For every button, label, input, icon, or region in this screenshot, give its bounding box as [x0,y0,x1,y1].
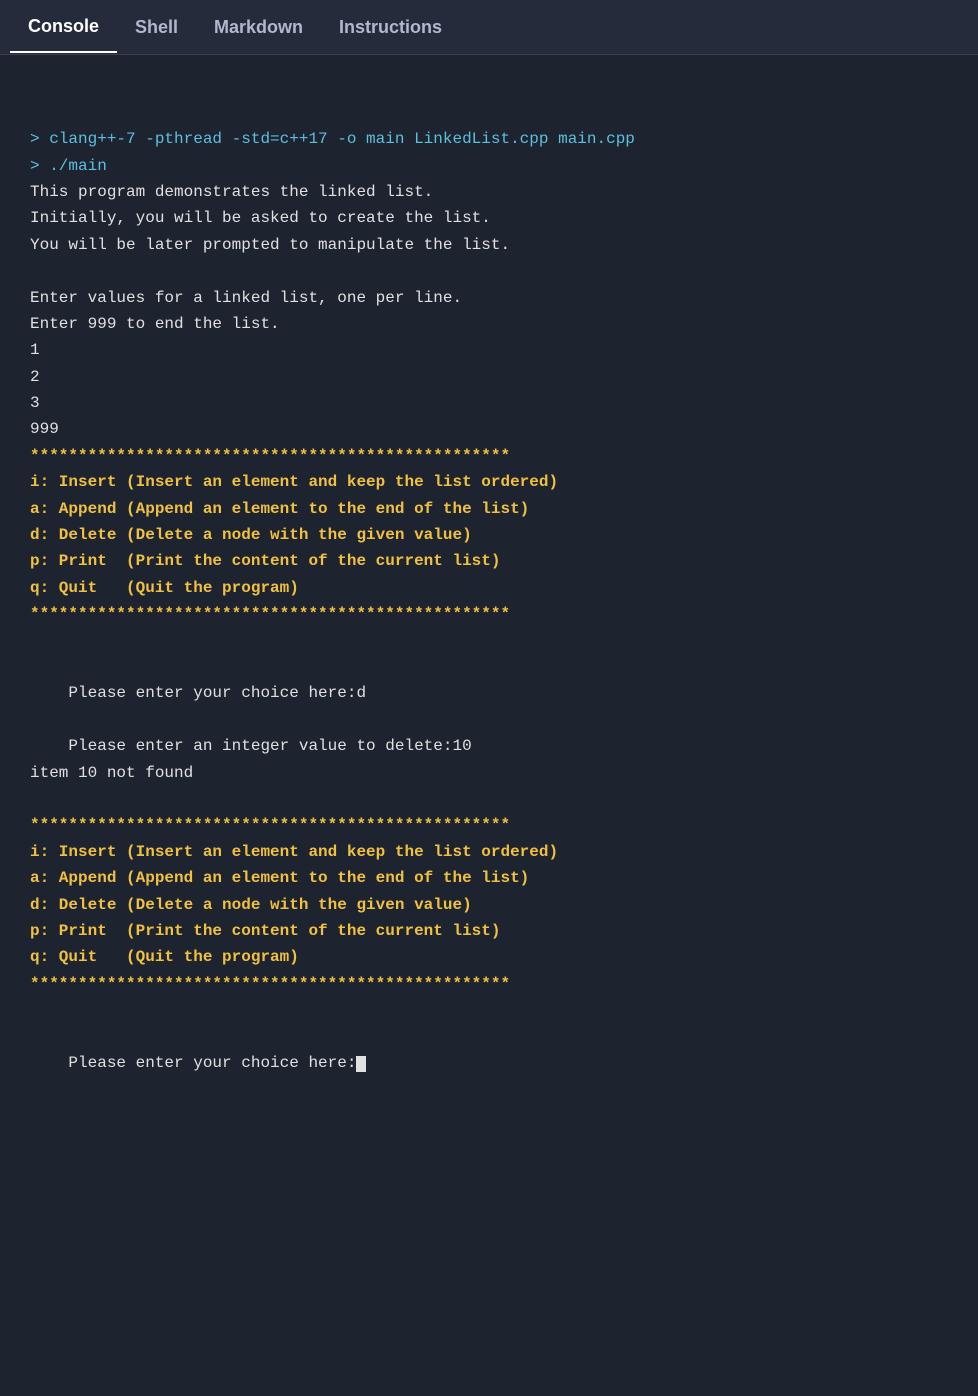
output-line: Enter values for a linked list, one per … [30,285,948,311]
yellow-line: i: Insert (Insert an element and keep th… [30,469,948,495]
text-cursor [356,1056,366,1072]
app-container: Console Shell Markdown Instructions > cl… [0,0,978,1106]
yellow-line: ****************************************… [30,601,948,627]
prompt-line: > ./main [30,153,948,179]
output-line: Enter 999 to end the list. [30,311,948,337]
blank-line [30,258,948,284]
tab-markdown[interactable]: Markdown [196,3,321,52]
tab-console[interactable]: Console [10,2,117,53]
tab-instructions[interactable]: Instructions [321,3,460,52]
blank-line [30,786,948,812]
cursor-line: Please enter your choice here: [30,1050,948,1076]
blank-line [30,628,948,654]
tab-bar: Console Shell Markdown Instructions [0,0,978,55]
blank-line [30,997,948,1023]
output-line: Initially, you will be asked to create t… [30,205,948,231]
console-output: > clang++-7 -pthread -std=c++17 -o main … [0,55,978,1106]
output-line: 1 [30,337,948,363]
yellow-line: a: Append (Append an element to the end … [30,865,948,891]
yellow-line: q: Quit (Quit the program) [30,944,948,970]
output-line: 2 [30,364,948,390]
yellow-line: d: Delete (Delete a node with the given … [30,522,948,548]
output-line: Please enter an integer value to delete:… [30,733,948,759]
yellow-line: p: Print (Print the content of the curre… [30,548,948,574]
yellow-line: p: Print (Print the content of the curre… [30,918,948,944]
yellow-line: a: Append (Append an element to the end … [30,496,948,522]
tab-shell[interactable]: Shell [117,3,196,52]
blank-line [30,654,948,680]
prompt-line: > clang++-7 -pthread -std=c++17 -o main … [30,126,948,152]
blank-line [30,707,948,733]
output-line: 3 [30,390,948,416]
yellow-line: i: Insert (Insert an element and keep th… [30,839,948,865]
yellow-line: ****************************************… [30,812,948,838]
output-line: item 10 not found [30,760,948,786]
output-line: 999 [30,416,948,442]
yellow-line: q: Quit (Quit the program) [30,575,948,601]
yellow-line: ****************************************… [30,971,948,997]
yellow-line: d: Delete (Delete a node with the given … [30,892,948,918]
output-line: You will be later prompted to manipulate… [30,232,948,258]
output-line: Please enter your choice here:d [30,680,948,706]
output-line: This program demonstrates the linked lis… [30,179,948,205]
blank-line [30,1023,948,1049]
yellow-line: ****************************************… [30,443,948,469]
